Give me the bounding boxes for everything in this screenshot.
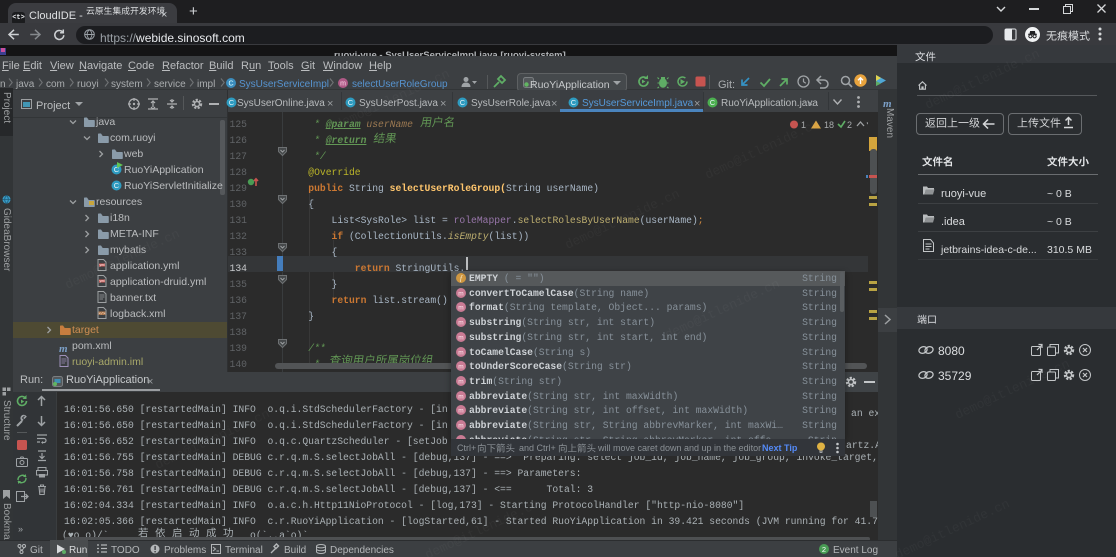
svg-text:m: m: [458, 349, 463, 356]
svg-text:2: 2: [847, 120, 852, 130]
svg-text:C: C: [228, 81, 233, 88]
svg-text:m: m: [458, 422, 463, 429]
svg-text:C: C: [229, 98, 235, 107]
svg-text:m: m: [458, 378, 463, 385]
svg-text:m: m: [458, 408, 463, 415]
svg-text:m: m: [458, 290, 463, 297]
svg-text:m: m: [340, 81, 346, 88]
svg-text:C: C: [571, 98, 577, 107]
svg-text:m: m: [458, 364, 463, 371]
svg-text:C: C: [710, 98, 716, 107]
svg-text:yml: yml: [100, 279, 105, 283]
svg-text:m: m: [458, 319, 463, 326]
svg-text:18: 18: [824, 120, 834, 130]
svg-text:C: C: [114, 181, 120, 190]
svg-text:</>: </>: [99, 311, 105, 316]
svg-text:C: C: [460, 98, 466, 107]
svg-text:m: m: [458, 305, 463, 312]
svg-text:2: 2: [822, 545, 826, 554]
svg-text:m: m: [458, 393, 463, 400]
svg-text:m: m: [458, 334, 463, 341]
